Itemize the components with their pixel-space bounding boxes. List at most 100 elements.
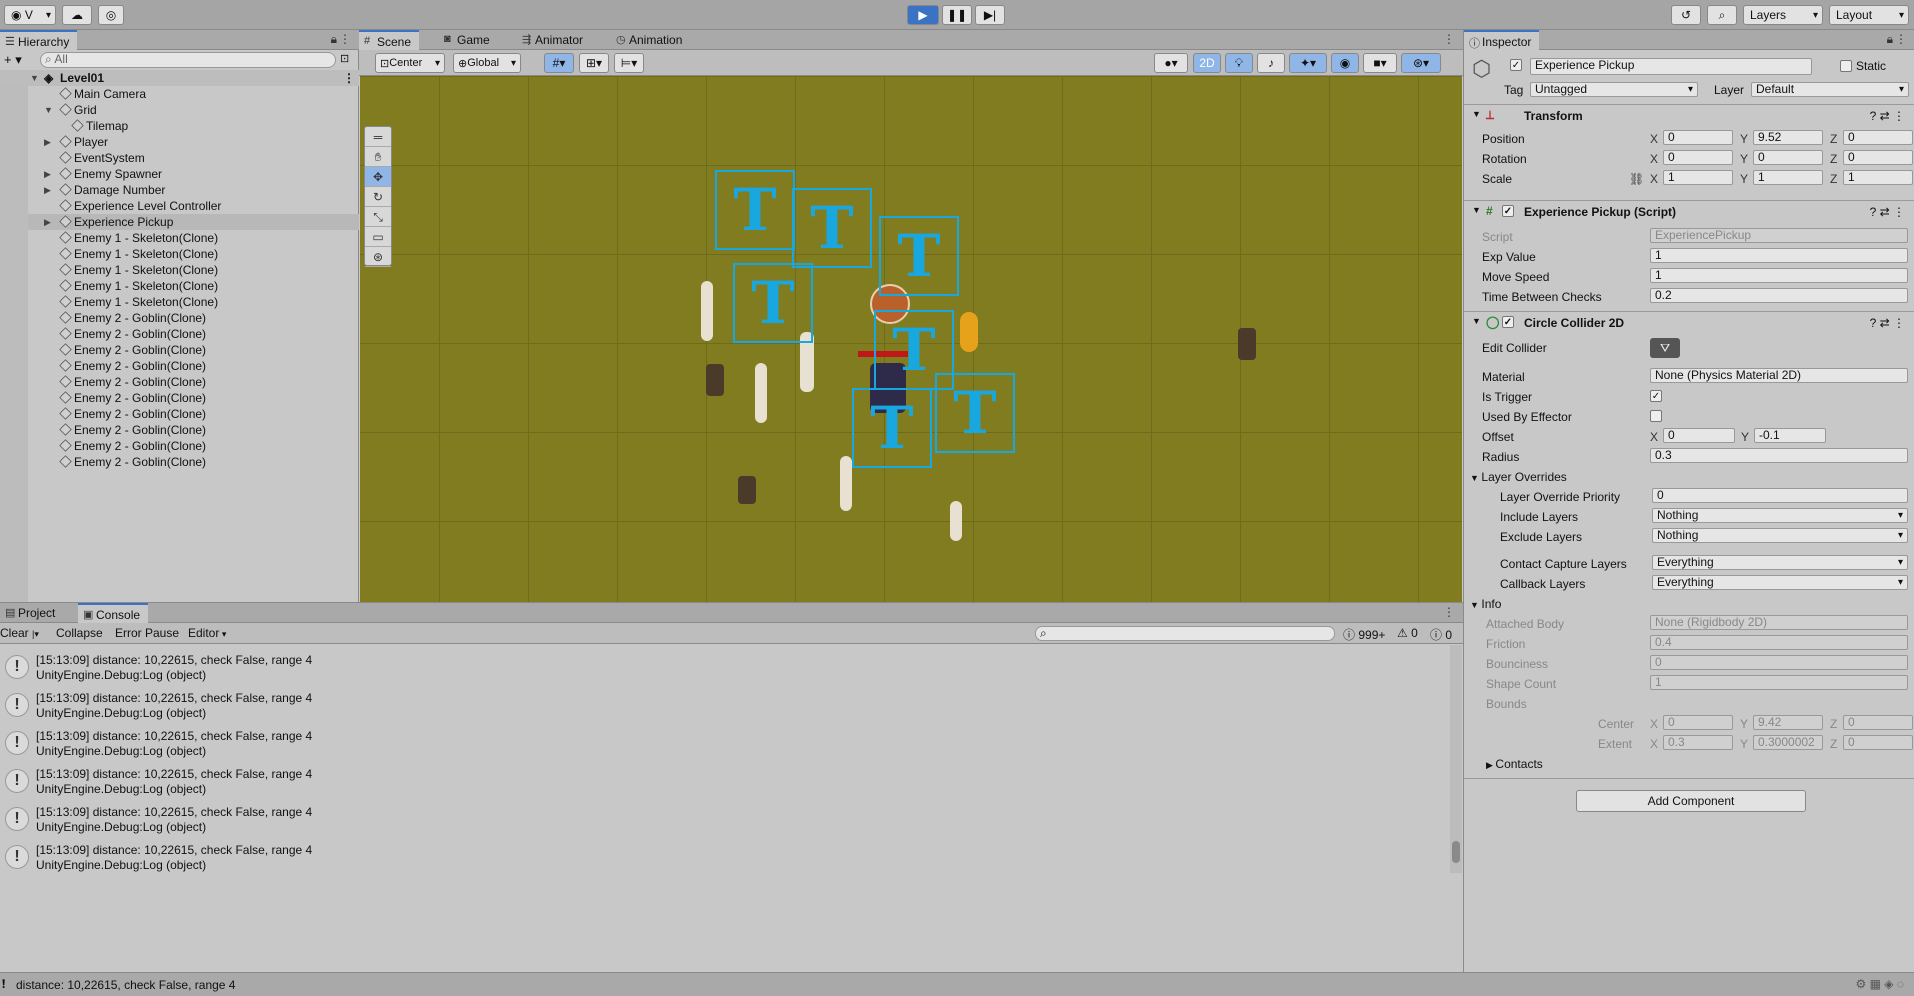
- row-menu-icon[interactable]: ⋮: [343, 70, 355, 86]
- hierarchy-item[interactable]: Enemy 1 - Skeleton(Clone): [0, 262, 359, 278]
- move-speed-field[interactable]: 1: [1650, 268, 1908, 283]
- menu-icon[interactable]: ⋮: [1895, 32, 1907, 46]
- transform-header[interactable]: ▼ ⟂ Transform ? ⇄ ⋮: [1464, 104, 1914, 126]
- expand-arrow-icon[interactable]: ▶: [44, 134, 51, 150]
- tab-scene[interactable]: # Scene: [359, 30, 420, 50]
- log-entry[interactable]: ! [15:13:09] distance: 10,22615, check Fa…: [0, 837, 1448, 875]
- collapse-arrow-icon[interactable]: ▼: [1472, 109, 1481, 119]
- hierarchy-item[interactable]: Enemy 2 - Goblin(Clone): [0, 390, 359, 406]
- rotate-tool-icon[interactable]: ↻: [365, 187, 391, 207]
- script-enabled-checkbox[interactable]: ✓: [1502, 205, 1514, 217]
- log-entry[interactable]: ! [15:13:09] distance: 10,22615, check Fa…: [0, 685, 1448, 723]
- cloud-button[interactable]: ☁: [62, 5, 92, 25]
- contacts-foldout[interactable]: ▶ Contacts: [1486, 757, 1543, 771]
- callback-layers-dropdown[interactable]: Everything: [1652, 575, 1908, 590]
- visibility-toggle-button[interactable]: ◉: [1331, 53, 1359, 73]
- hierarchy-item[interactable]: Enemy 2 - Goblin(Clone): [0, 374, 359, 390]
- collapse-arrow-icon[interactable]: ▼: [1472, 205, 1481, 215]
- hierarchy-item[interactable]: ▼ Grid: [0, 102, 359, 118]
- scrollbar-thumb[interactable]: [1452, 841, 1460, 863]
- layout-dropdown[interactable]: Layout: [1829, 5, 1909, 25]
- menu-icon[interactable]: ⋮: [339, 32, 351, 46]
- goblin-sprite[interactable]: [706, 364, 724, 396]
- hierarchy-item[interactable]: Enemy 1 - Skeleton(Clone): [0, 246, 359, 262]
- tab-animation[interactable]: ◷ Animation: [611, 30, 690, 50]
- hierarchy-item[interactable]: Enemy 2 - Goblin(Clone): [0, 310, 359, 326]
- console-search-input[interactable]: ⌕: [1035, 626, 1335, 641]
- collapse-arrow-icon[interactable]: ▼: [44, 102, 53, 118]
- filter-icon[interactable]: ⊡: [340, 52, 349, 65]
- goblin-sprite[interactable]: [738, 476, 756, 504]
- hierarchy-item[interactable]: EventSystem: [0, 150, 359, 166]
- component-actions-icon[interactable]: ? ⇄ ⋮: [1870, 109, 1905, 123]
- position-x-field[interactable]: 0: [1663, 130, 1733, 145]
- hierarchy-item[interactable]: Tilemap: [0, 118, 359, 134]
- add-component-button[interactable]: Add Component: [1576, 790, 1806, 812]
- rotation-y-field[interactable]: 0: [1753, 150, 1823, 165]
- snap-button[interactable]: ⊞▾: [579, 53, 609, 73]
- hierarchy-search-input[interactable]: ⌕ All: [40, 52, 336, 68]
- hierarchy-item[interactable]: Enemy 1 - Skeleton(Clone): [0, 230, 359, 246]
- hierarchy-item[interactable]: ▶ Enemy Spawner: [0, 166, 359, 182]
- lock-icon[interactable]: 🔒︎: [1887, 32, 1893, 47]
- component-actions-icon[interactable]: ? ⇄ ⋮: [1870, 316, 1905, 330]
- circle-collider-header[interactable]: ▼ ◯ ✓ Circle Collider 2D ? ⇄ ⋮: [1464, 311, 1914, 333]
- hierarchy-item[interactable]: Enemy 2 - Goblin(Clone): [0, 454, 359, 470]
- offset-y-field[interactable]: -0.1: [1754, 428, 1826, 443]
- editor-dropdown[interactable]: Editor ▾: [188, 626, 226, 640]
- camera-dropdown[interactable]: ■▾: [1363, 53, 1397, 73]
- collapse-arrow-icon[interactable]: ▼: [1472, 316, 1481, 326]
- move-tool-icon[interactable]: ✥: [365, 167, 391, 187]
- is-trigger-checkbox[interactable]: ✓: [1650, 390, 1662, 402]
- contact-capture-dropdown[interactable]: Everything: [1652, 555, 1908, 570]
- radius-field[interactable]: 0.3: [1650, 448, 1908, 463]
- hierarchy-item[interactable]: Enemy 1 - Skeleton(Clone): [0, 294, 359, 310]
- undo-history-button[interactable]: ↺: [1671, 5, 1701, 25]
- clear-button[interactable]: Clear |▾: [0, 626, 39, 640]
- warning-count-toggle[interactable]: ⚠ 0: [1397, 626, 1418, 640]
- scene-viewport[interactable]: ═ ✋︎ ✥ ↻ ⤡ ▭ ⊛ T T T T T T T: [360, 76, 1462, 602]
- active-checkbox[interactable]: ✓: [1510, 59, 1522, 71]
- scene-root-row[interactable]: ▼ ◈ Level01 ⋮: [0, 70, 359, 86]
- expand-arrow-icon[interactable]: ▶: [44, 214, 51, 230]
- exclude-layers-dropdown[interactable]: Nothing: [1652, 528, 1908, 543]
- skeleton-sprite[interactable]: [701, 281, 713, 341]
- hierarchy-item[interactable]: ▶ Experience Pickup: [0, 214, 359, 230]
- offset-x-field[interactable]: 0: [1663, 428, 1735, 443]
- space-dropdown[interactable]: ⊕ Global: [453, 53, 521, 73]
- console-scrollbar[interactable]: [1450, 645, 1462, 873]
- script-component-header[interactable]: ▼ # ✓ Experience Pickup (Script) ? ⇄ ⋮: [1464, 200, 1914, 222]
- tab-project[interactable]: ▤ Project: [0, 603, 63, 623]
- transform-tool-icon[interactable]: ⊛: [365, 247, 391, 267]
- override-priority-field[interactable]: 0: [1652, 488, 1908, 503]
- menu-icon[interactable]: ⋮: [1443, 605, 1455, 619]
- tab-game[interactable]: ◙ Game: [439, 30, 498, 50]
- account-button[interactable]: ◉ V: [4, 5, 56, 25]
- hierarchy-item[interactable]: Enemy 2 - Goblin(Clone): [0, 326, 359, 342]
- position-z-field[interactable]: 0: [1843, 130, 1913, 145]
- hierarchy-item[interactable]: Enemy 1 - Skeleton(Clone): [0, 278, 359, 294]
- time-between-checks-field[interactable]: 0.2: [1650, 288, 1908, 303]
- tag-dropdown[interactable]: Untagged: [1530, 82, 1698, 97]
- link-icon[interactable]: ⛓: [1629, 172, 1644, 186]
- exp-value-field[interactable]: 1: [1650, 248, 1908, 263]
- lighting-toggle-button[interactable]: 💡︎: [1225, 53, 1253, 73]
- add-object-button[interactable]: + ▾: [4, 52, 22, 68]
- include-layers-dropdown[interactable]: Nothing: [1652, 508, 1908, 523]
- gizmos-dropdown[interactable]: ⊛▾: [1401, 53, 1441, 73]
- grid-toggle-button[interactable]: #▾: [544, 53, 574, 73]
- skeleton-sprite[interactable]: [840, 456, 852, 511]
- hierarchy-item[interactable]: Enemy 2 - Goblin(Clone): [0, 438, 359, 454]
- audio-toggle-button[interactable]: ♪: [1257, 53, 1285, 73]
- static-checkbox[interactable]: [1840, 60, 1852, 72]
- info-foldout[interactable]: ▼ Info: [1470, 597, 1501, 611]
- search-button[interactable]: ⌕: [1707, 5, 1737, 25]
- edit-collider-button[interactable]: ⛛: [1650, 338, 1680, 358]
- shading-dropdown[interactable]: ●▾: [1154, 53, 1188, 73]
- material-field[interactable]: None (Physics Material 2D): [1650, 368, 1908, 383]
- status-message[interactable]: distance: 10,22615, check False, range 4: [16, 978, 235, 992]
- hierarchy-item[interactable]: Enemy 2 - Goblin(Clone): [0, 406, 359, 422]
- rect-tool-icon[interactable]: ▭: [365, 227, 391, 247]
- 2d-toggle-button[interactable]: 2D: [1193, 53, 1221, 73]
- log-entry[interactable]: ! [15:13:09] distance: 10,22615, check Fa…: [0, 799, 1448, 837]
